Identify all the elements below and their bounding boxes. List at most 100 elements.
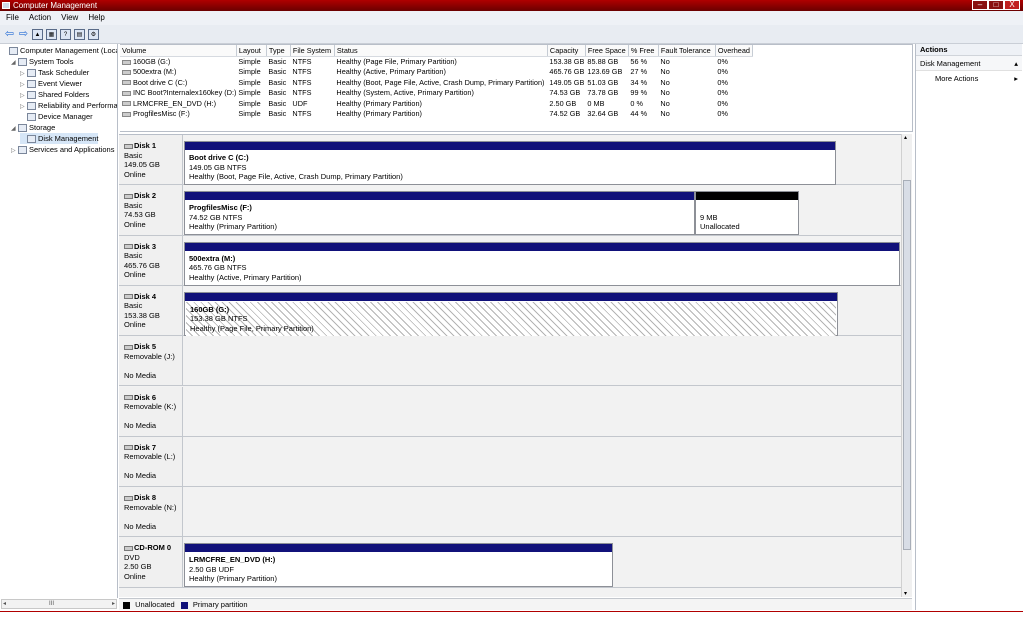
partition-status: Healthy (Active, Primary Partition) bbox=[189, 272, 302, 282]
disk-icon bbox=[124, 193, 133, 199]
expander-icon[interactable]: ◢ bbox=[11, 124, 18, 135]
disk-type: Basic bbox=[124, 301, 143, 311]
navigation-tree: Computer Management (Local ◢ System Tools ▷… bbox=[0, 44, 118, 598]
disk-view-vertical-scrollbar[interactable]: ▴ ▾ bbox=[901, 134, 912, 597]
table-row[interactable]: 500extra (M:) Simple Basic NTFS Healthy (Act… bbox=[120, 67, 752, 78]
tree-node-icon bbox=[9, 47, 18, 56]
disk-label-box[interactable]: Disk 6 Removable (K:) No Media bbox=[119, 386, 183, 436]
submenu-arrow-icon: ▸ bbox=[1014, 74, 1018, 83]
table-row[interactable]: LRMCFRE_EN_DVD (H:) Simple Basic UDF Healthy… bbox=[120, 98, 752, 109]
disk-type: Removable (L:) bbox=[124, 452, 176, 462]
up-folder-icon[interactable]: ▲ bbox=[32, 28, 43, 40]
column-header[interactable]: Type bbox=[266, 45, 291, 57]
expander-icon[interactable]: ▷ bbox=[11, 146, 18, 157]
disk-size bbox=[124, 462, 182, 472]
tree-item[interactable]: Computer Management (Local bbox=[2, 45, 117, 56]
tree-item[interactable]: ◢ Storage bbox=[11, 122, 55, 133]
column-header[interactable]: Volume bbox=[120, 45, 237, 57]
disk-label-box[interactable]: Disk 7 Removable (L:) No Media bbox=[119, 436, 183, 487]
scroll-thumb[interactable] bbox=[903, 180, 911, 550]
tree-item[interactable]: ▷ Task Scheduler bbox=[20, 67, 89, 78]
menu-action[interactable]: Action bbox=[29, 11, 51, 25]
table-cell: 0% bbox=[717, 88, 728, 98]
column-header[interactable]: Fault Tolerance bbox=[658, 45, 716, 57]
maximize-button[interactable]: □ bbox=[988, 0, 1004, 10]
properties-icon[interactable]: ▤ bbox=[74, 28, 85, 40]
help-icon[interactable]: ? bbox=[60, 28, 71, 40]
table-cell: 465.76 GB bbox=[549, 67, 585, 77]
column-header[interactable]: % Free bbox=[628, 45, 659, 57]
table-cell: 2.50 GB bbox=[549, 98, 577, 108]
disk-label-box[interactable]: Disk 4 Basic 153.38 GB Online bbox=[119, 285, 183, 336]
table-cell: 0 % bbox=[630, 98, 643, 108]
partition-box[interactable]: LRMCFRE_EN_DVD (H:) 2.50 GB UDF Healthy (P… bbox=[184, 543, 613, 588]
disk-state: Online bbox=[124, 169, 146, 179]
show-hide-tree-icon[interactable]: ▦ bbox=[46, 28, 57, 40]
forward-arrow-icon[interactable]: ⇨ bbox=[18, 28, 29, 40]
scroll-thumb-grip[interactable]: III bbox=[49, 600, 54, 608]
disk-name: Disk 2 bbox=[134, 191, 157, 201]
tree-item[interactable]: ◢ System Tools bbox=[11, 56, 73, 67]
disk-label-box[interactable]: Disk 3 Basic 465.76 GB Online bbox=[119, 235, 183, 285]
column-header[interactable]: File System bbox=[290, 45, 335, 57]
tree-item[interactable]: ▷ Shared Folders bbox=[20, 89, 89, 100]
unallocated-swatch bbox=[123, 601, 130, 609]
scroll-right-icon[interactable]: ▸ bbox=[112, 600, 115, 608]
table-cell: NTFS bbox=[292, 77, 312, 87]
disk-name: Disk 4 bbox=[134, 291, 157, 301]
partition-box[interactable]: ProgfilesMisc (F:) 74.52 GB NTFS Healthy (… bbox=[184, 191, 695, 236]
settings-icon[interactable]: ⚙ bbox=[88, 28, 99, 40]
column-header[interactable]: Overhead bbox=[715, 45, 753, 57]
scroll-down-icon[interactable]: ▾ bbox=[904, 590, 907, 597]
scroll-left-icon[interactable]: ◂ bbox=[3, 600, 6, 608]
scroll-up-icon[interactable]: ▴ bbox=[904, 134, 907, 141]
partition-box[interactable]: 160GB (G:) 153.38 GB NTFS Healthy (Page Fi… bbox=[184, 291, 838, 336]
disk-label-box[interactable]: Disk 1 Basic 149.05 GB Online bbox=[119, 135, 183, 185]
partition-box[interactable]: 500extra (M:) 465.76 GB NTFS Healthy (Acti… bbox=[184, 241, 900, 286]
close-button[interactable]: X bbox=[1004, 0, 1020, 10]
tree-item[interactable]: Disk Management bbox=[20, 133, 99, 144]
disk-state: Online bbox=[124, 219, 146, 229]
menu-view[interactable]: View bbox=[61, 11, 78, 25]
tree-item[interactable]: ▷ Reliability and Performa bbox=[20, 100, 117, 111]
actions-section-disk-management[interactable]: Disk Management ▴ bbox=[916, 56, 1022, 71]
menu-help[interactable]: Help bbox=[88, 11, 104, 25]
disk-size: 149.05 GB bbox=[124, 160, 160, 169]
tree-horizontal-scrollbar[interactable]: ◂ III ▸ bbox=[1, 599, 117, 609]
minimize-button[interactable]: – bbox=[972, 0, 988, 10]
table-row[interactable]: INC Boot?Internalex160key (D:) Simple Basi… bbox=[120, 88, 752, 99]
table-cell: NTFS bbox=[292, 109, 312, 119]
disk-label-box[interactable]: Disk 8 Removable (N:) No Media bbox=[119, 487, 183, 537]
table-row[interactable]: 160GB (G:) Simple Basic NTFS Healthy (Page F… bbox=[120, 56, 752, 67]
disk-label-box[interactable]: Disk 2 Basic 74.53 GB Online bbox=[119, 185, 183, 235]
tree-item[interactable]: ▷ Services and Applications bbox=[11, 144, 114, 155]
column-header[interactable]: Capacity bbox=[547, 45, 586, 57]
more-actions-item[interactable]: More Actions ▸ bbox=[916, 71, 1022, 86]
collapse-arrow-icon[interactable]: ▴ bbox=[1014, 56, 1018, 71]
expander-icon[interactable]: ◢ bbox=[11, 58, 18, 69]
table-row[interactable]: Boot drive C (C:) Simple Basic NTFS Healthy … bbox=[120, 77, 752, 88]
column-header[interactable]: Layout bbox=[236, 45, 267, 57]
primary-partition-bar bbox=[185, 242, 899, 251]
disk-label-box[interactable]: Disk 5 Removable (J:) No Media bbox=[119, 336, 183, 386]
table-cell: Basic bbox=[268, 67, 287, 77]
table-cell: 0% bbox=[717, 98, 728, 108]
table-cell: No bbox=[660, 67, 670, 77]
tree-node-icon bbox=[18, 58, 27, 67]
table-cell: Simple bbox=[238, 109, 261, 119]
legend-unallocated-label: Unallocated bbox=[135, 600, 175, 609]
column-header[interactable]: Status bbox=[334, 45, 548, 57]
tree-item-label: Disk Management bbox=[38, 134, 99, 143]
column-header[interactable]: Free Space bbox=[585, 45, 629, 57]
volume-list: Volume Layout Type File System Status Capacit… bbox=[120, 44, 913, 132]
back-arrow-icon[interactable]: ⇦ bbox=[4, 28, 15, 40]
partition-box[interactable]: 9 MB Unallocated bbox=[695, 191, 799, 236]
partition-box[interactable]: Boot drive C (C:) 149.05 GB NTFS Healthy (… bbox=[184, 141, 836, 185]
tree-node-icon bbox=[27, 80, 36, 89]
menu-file[interactable]: File bbox=[6, 11, 19, 25]
disk-label-box[interactable]: CD-ROM 0 DVD 2.50 GB Online bbox=[119, 537, 183, 587]
tree-item[interactable]: ▷ Event Viewer bbox=[20, 78, 82, 89]
tree-item[interactable]: Device Manager bbox=[20, 111, 93, 122]
table-cell: Simple bbox=[238, 57, 261, 66]
table-row[interactable]: ProgfilesMisc (F:) Simple Basic NTFS Healthy… bbox=[120, 109, 752, 120]
